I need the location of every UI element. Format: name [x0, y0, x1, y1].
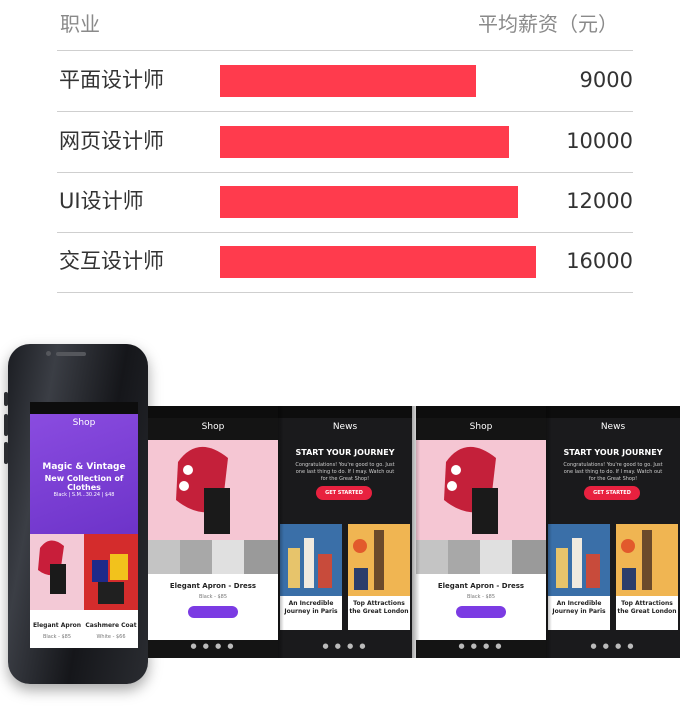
product2-name: Cashmere Coat	[85, 622, 137, 629]
card2-title-line1: Top Attractions	[353, 600, 405, 607]
row-role-label: 平面设计师	[59, 67, 164, 92]
salary-bar	[220, 186, 518, 218]
page-indicator[interactable]: ● ● ● ●	[546, 642, 680, 650]
status-bar	[30, 402, 138, 414]
page-indicator[interactable]: ● ● ● ●	[148, 642, 278, 650]
get-started-label: GET STARTED	[593, 490, 631, 496]
product1-name: Elegant Apron	[32, 622, 82, 629]
status-bar	[278, 406, 412, 418]
card2-title-line2: the Great London	[617, 608, 677, 615]
card2-title-line1: Top Attractions	[621, 600, 673, 607]
page-indicator[interactable]: ● ● ● ●	[278, 642, 412, 650]
product-tile-apron[interactable]: Elegant Apron Black - $85	[30, 534, 84, 648]
row-role-label: 交互设计师	[59, 249, 164, 273]
hero-heading-line2: New Collection of Clothes	[44, 474, 124, 492]
fold-shadow	[546, 406, 552, 658]
card1-title-line2: Journey in Paris	[284, 608, 338, 615]
article-card-paris[interactable]: An Incredible Journey in Paris	[280, 596, 342, 630]
fold-shadow	[278, 406, 284, 658]
page: 职业 平均薪资（元） Shop Magic & Vintage New Coll…	[0, 0, 690, 714]
screen-shop-dress-2: Shop Elegant Apron - Dress Black - $85 ●…	[416, 406, 546, 658]
salary-bar	[220, 125, 509, 158]
hero-subtitle: Black | S.M...30.24 | $48	[53, 492, 115, 498]
article-card-london[interactable]: Top Attractions the Great London	[348, 596, 410, 630]
salary-bar	[220, 246, 536, 278]
news-title: News	[332, 422, 358, 432]
phone-screen-shop: Shop Magic & Vintage New Collection of C…	[30, 402, 138, 648]
dress-product-price: Black - $85	[466, 594, 496, 600]
column-header-role: 职业	[60, 12, 100, 36]
add-to-cart-button[interactable]	[188, 606, 238, 618]
salary-value-label: 12000	[566, 189, 633, 213]
shop-title: Shop	[469, 422, 493, 432]
dress-product-panel: Elegant Apron - Dress Black - $85	[148, 574, 278, 640]
dress-product-name: Elegant Apron - Dress	[169, 582, 257, 590]
get-started-label: GET STARTED	[325, 490, 363, 496]
phone-side-button	[4, 392, 8, 406]
column-header-salary: 平均薪资（元）	[478, 12, 618, 36]
journey-body: Congratulations! You're good to go. Just…	[295, 462, 395, 482]
dress-product-name: Elegant Apron - Dress	[437, 582, 525, 590]
table-divider	[57, 50, 633, 51]
card1-title-line2: Journey in Paris	[552, 608, 606, 615]
status-bar	[148, 406, 278, 418]
table-divider	[57, 111, 633, 112]
card1-title-line1: An Incredible	[556, 600, 602, 607]
shopping-bags-illustration-icon	[84, 534, 138, 610]
dress-product-panel: Elegant Apron - Dress Black - $85	[416, 574, 546, 640]
news-title: News	[600, 422, 626, 432]
table-divider	[57, 172, 633, 173]
phone-earpiece	[56, 352, 86, 356]
page-indicator[interactable]: ● ● ● ●	[416, 642, 546, 650]
salary-value-label: 9000	[579, 67, 633, 92]
salary-value-label: 10000	[566, 128, 633, 153]
phone-camera	[46, 351, 51, 356]
shop-hero-banner[interactable]: Shop Magic & Vintage New Collection of C…	[30, 414, 138, 534]
journey-title: START YOUR JOURNEY	[563, 448, 663, 457]
article-card-london[interactable]: Top Attractions the Great London	[616, 596, 678, 630]
get-started-button[interactable]: GET STARTED	[316, 486, 372, 500]
product2-price: White - $66	[96, 634, 126, 640]
status-bar	[546, 406, 680, 418]
journey-title: START YOUR JOURNEY	[295, 448, 395, 457]
screen-news-1: News START YOUR JOURNEY Congratulations!…	[278, 406, 412, 658]
shop-title: Shop	[201, 422, 225, 432]
article-card-paris[interactable]: An Incredible Journey in Paris	[548, 596, 610, 630]
status-bar	[416, 406, 546, 418]
table-divider	[57, 232, 633, 233]
salary-bar	[220, 64, 476, 97]
dress-illustration-icon	[416, 440, 546, 574]
hero-heading-line1: Magic & Vintage	[42, 462, 126, 472]
salary-value-label: 16000	[566, 249, 633, 273]
row-role-label: 网页设计师	[59, 128, 164, 153]
fashion-illustration-icon	[30, 534, 84, 610]
card1-title-line1: An Incredible	[288, 600, 334, 607]
product1-price: Black - $85	[42, 634, 72, 640]
dress-illustration-icon	[148, 440, 278, 574]
screen-news-2: News START YOUR JOURNEY Congratulations!…	[546, 406, 680, 658]
screen-shop-dress-1: Shop Elegant Apron - Dress Black - $85 ●…	[148, 406, 278, 658]
journey-body: Congratulations! You're good to go. Just…	[563, 462, 663, 482]
phone-volume-up-button	[4, 414, 8, 436]
product-tile-coat[interactable]: Cashmere Coat White - $66	[84, 534, 138, 648]
table-divider	[57, 292, 633, 293]
card2-title-line2: the Great London	[349, 608, 409, 615]
add-to-cart-button[interactable]	[456, 606, 506, 618]
fold-shadow	[412, 406, 420, 658]
get-started-button[interactable]: GET STARTED	[584, 486, 640, 500]
phone-volume-down-button	[4, 442, 8, 464]
row-role-label: UI设计师	[59, 189, 144, 213]
dress-product-price: Black - $85	[198, 594, 228, 600]
shop-title: Shop	[72, 418, 96, 428]
